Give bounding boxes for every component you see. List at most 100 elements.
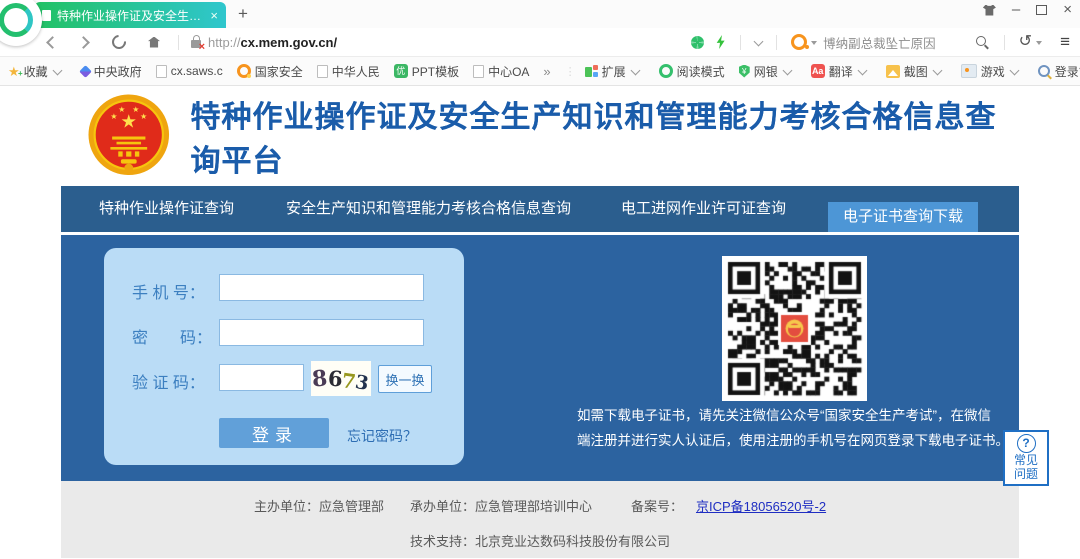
forgot-password-link[interactable]: 忘记密码？ (347, 426, 417, 446)
download-notice: 如需下载电子证书，请先关注微信公众号“国家安全生产考试”，在微信 端注册并进行实… (577, 403, 1021, 453)
svg-text:★: ★ (132, 104, 139, 113)
lightning-icon[interactable] (715, 35, 726, 49)
bookmark-item[interactable]: 中央政府 (81, 63, 142, 80)
toolbar-drag-handle: ⋮ (565, 65, 577, 78)
search-icon[interactable] (976, 36, 986, 46)
bookmark-favorites[interactable]: ★ 收藏 (8, 63, 67, 80)
restore-caret-icon[interactable] (1036, 41, 1042, 45)
games-icon (961, 64, 977, 78)
url-host: cx.mem.gov.cn/ (241, 35, 338, 50)
skin-icon[interactable] (983, 5, 996, 16)
page-icon (156, 65, 167, 78)
divider (1004, 35, 1005, 50)
wechat-qr-code (722, 256, 867, 401)
back-icon[interactable] (46, 36, 59, 49)
toolbar-password-manager[interactable]: 登录管家 (1038, 63, 1080, 80)
new-tab-button[interactable]: + (238, 3, 248, 25)
national-emblem-logo: ★ ★ ★ ★ ★ (85, 89, 173, 184)
speed-mode-icon[interactable] (691, 36, 704, 49)
extensions-icon (585, 65, 598, 78)
nav-tab-safety-knowledge[interactable]: 安全生产知识和管理能力考核合格信息查询 (286, 186, 571, 232)
url-field[interactable]: http://cx.mem.gov.cn/ (208, 35, 337, 50)
tab-favicon-icon (42, 10, 51, 21)
login-card: 手 机 号： 密 码： 验 证 码： 8 6 7 3 换一换 登录 忘记密码？ (104, 248, 464, 465)
home-icon[interactable] (148, 37, 160, 48)
toolbar-screenshot[interactable]: 截图 (886, 63, 947, 80)
nav-tab-ecert-download[interactable]: 电子证书查询下载 (828, 202, 978, 232)
browser-tab[interactable]: 特种作业操作证及安全生产知识 × (34, 2, 226, 28)
chevron-down-icon (782, 65, 792, 75)
chevron-down-icon[interactable] (754, 36, 764, 46)
star-icon: ★ (8, 65, 20, 78)
toolbar-extensions[interactable]: 扩展 (585, 63, 645, 80)
question-mark-icon: ? (1017, 434, 1036, 453)
bookmark-item[interactable]: 优 PPT模板 (394, 63, 459, 80)
browser-chrome: 特种作业操作证及安全生产知识 × + – × http://cx.mem.gov… (0, 0, 1080, 86)
you-badge-icon: 优 (394, 64, 408, 78)
maximize-button[interactable] (1036, 5, 1047, 15)
page-icon (473, 65, 484, 78)
bookmark-item[interactable]: 国家安全 (237, 63, 303, 80)
divider (740, 35, 741, 50)
faq-button[interactable]: ? 常见 问题 (1003, 430, 1049, 486)
icp-label: 备案号： (631, 499, 683, 514)
phone-input[interactable] (219, 274, 424, 301)
chevron-down-icon (52, 65, 62, 75)
tab-bar: 特种作业操作证及安全生产知识 × + – × (0, 0, 1080, 28)
chevron-down-icon (932, 65, 942, 75)
forward-icon[interactable] (77, 36, 90, 49)
close-window-button[interactable]: × (1063, 4, 1072, 16)
footer-host: 主办单位：应急管理部 (254, 499, 384, 514)
tab-close-icon[interactable]: × (210, 8, 218, 23)
svg-text:★: ★ (118, 104, 125, 113)
bookmark-item[interactable]: 中华人民 (317, 63, 380, 80)
minimize-button[interactable]: – (1012, 4, 1020, 16)
search-engine-icon[interactable] (791, 34, 807, 50)
captcha-label: 验 证 码： (132, 369, 205, 393)
login-button[interactable]: 登录 (219, 418, 329, 448)
footer-org: 承办单位：应急管理部培训中心 (410, 499, 592, 514)
shield-icon: ¥ (739, 65, 750, 78)
toolbar-read-mode[interactable]: 阅读模式 (659, 63, 725, 80)
captcha-refresh-button[interactable]: 换一换 (378, 365, 432, 393)
phone-label: 手 机 号： (132, 279, 205, 303)
divider (178, 35, 179, 50)
page-icon (317, 65, 328, 78)
toolbar-bank[interactable]: ¥ 网银 (739, 63, 797, 80)
svg-text:★: ★ (140, 111, 147, 120)
captcha-input[interactable] (219, 364, 304, 391)
restore-tab-icon[interactable]: ↺ (1019, 35, 1032, 49)
qr-code-canvas (722, 256, 867, 401)
notice-line-1: 如需下载电子证书，请先关注微信公众号“国家安全生产考试”，在微信 (577, 403, 1021, 428)
footer-icp: 备案号： 京ICP备18056520号-2 (618, 499, 826, 514)
bookmark-item[interactable]: cx.saws.c (156, 64, 223, 78)
footer-support: 技术支持：北京竞业达数码科技股份有限公司 (61, 531, 1019, 550)
reload-icon[interactable] (109, 32, 129, 52)
toolbar-translate[interactable]: Aa 翻译 (811, 63, 872, 80)
chevron-down-icon (1009, 65, 1019, 75)
address-bar: http://cx.mem.gov.cn/ 博纳副总裁坠亡原因 ↺ ≡ (0, 28, 1080, 57)
chevron-down-icon (630, 65, 640, 75)
captcha-image[interactable]: 8 6 7 3 (311, 361, 371, 396)
site-header: ★ ★ ★ ★ ★ 特种作业操作证及安全生产知识和管理能力考核合格信息查询平台 (61, 86, 1019, 186)
main-panel: 手 机 号： 密 码： 验 证 码： 8 6 7 3 换一换 登录 忘记密码？ (61, 235, 1019, 481)
page-title: 特种作业操作证及安全生产知识和管理能力考核合格信息查询平台 (191, 92, 1019, 180)
password-label: 密 码： (132, 324, 212, 348)
toolbar-games[interactable]: 游戏 (961, 63, 1024, 80)
password-input[interactable] (219, 319, 424, 346)
site-footer: 主办单位：应急管理部 承办单位：应急管理部培训中心 备案号： 京ICP备1805652… (61, 481, 1019, 558)
icp-link[interactable]: 京ICP备18056520号-2 (696, 499, 826, 514)
key-search-icon (1038, 65, 1050, 77)
search-suggestion[interactable]: 博纳副总裁坠亡原因 (823, 33, 936, 52)
bookmark-item[interactable]: 中心OA (473, 63, 529, 80)
insecure-lock-icon[interactable] (191, 40, 201, 48)
bookmarks-overflow[interactable]: » (543, 64, 550, 79)
nav-tab-special-operation[interactable]: 特种作业操作证查询 (99, 186, 234, 232)
menu-icon[interactable]: ≡ (1060, 35, 1070, 49)
site-nav: 特种作业操作证查询 安全生产知识和管理能力考核合格信息查询 电工进网作业许可证查… (61, 186, 1019, 235)
nav-tab-electrician-permit[interactable]: 电工进网作业许可证查询 (621, 186, 786, 232)
read-mode-icon (659, 64, 673, 78)
url-scheme: http:// (208, 35, 241, 50)
search-engine-caret-icon[interactable] (811, 41, 817, 45)
orange-ring-icon (237, 64, 251, 78)
